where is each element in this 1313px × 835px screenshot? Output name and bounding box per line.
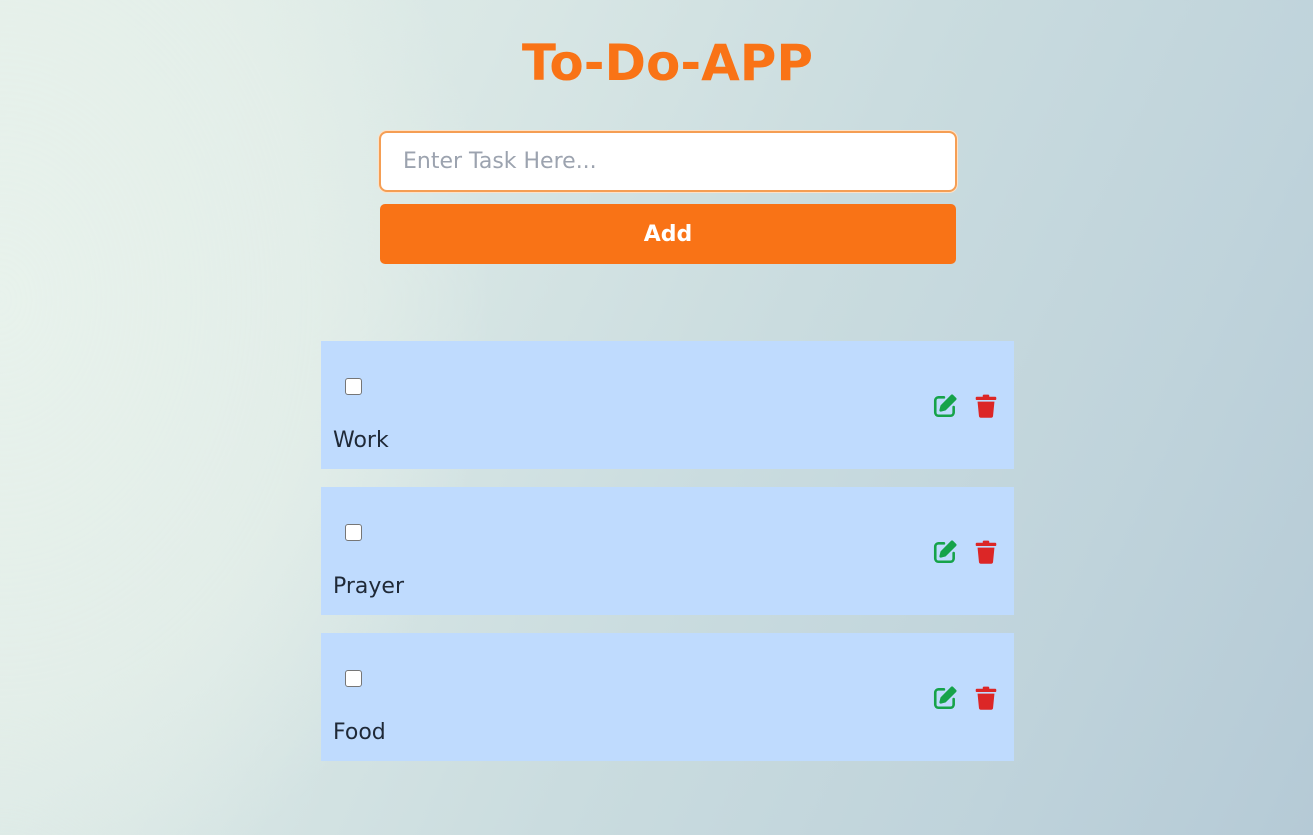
task-text: Food <box>333 720 386 745</box>
task-text: Prayer <box>333 574 405 599</box>
task-checkbox[interactable] <box>345 524 362 541</box>
task-item: Prayer <box>321 487 1014 615</box>
task-checkbox[interactable] <box>345 670 362 687</box>
trash-icon[interactable] <box>973 685 999 711</box>
edit-icon[interactable] <box>932 393 958 419</box>
edit-icon[interactable] <box>932 685 958 711</box>
task-item: Food <box>321 633 1014 761</box>
edit-icon[interactable] <box>932 539 958 565</box>
trash-icon[interactable] <box>973 393 999 419</box>
task-input[interactable] <box>379 131 957 192</box>
task-list: Work Prayer Food <box>321 341 1014 779</box>
task-text: Work <box>333 428 389 453</box>
task-checkbox[interactable] <box>345 378 362 395</box>
app-title: To-Do-APP <box>521 34 814 92</box>
task-item: Work <box>321 341 1014 469</box>
trash-icon[interactable] <box>973 539 999 565</box>
add-button[interactable]: Add <box>380 204 956 264</box>
